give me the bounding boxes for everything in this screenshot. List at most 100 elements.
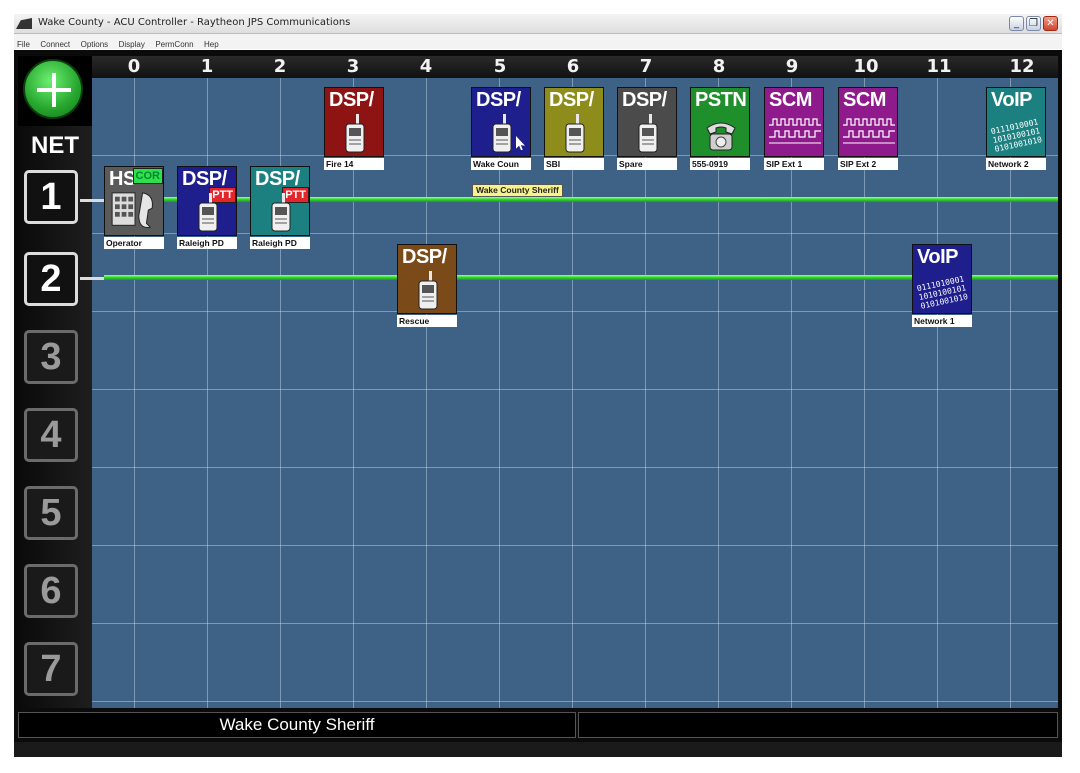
column-8: 8	[712, 56, 726, 77]
device-title: DSP/	[329, 89, 374, 111]
binary-data-icon: 0111010001 1010100101 0101001010	[990, 117, 1043, 153]
device-label: 555-0919	[690, 158, 750, 170]
restore-button[interactable]: ❐	[1026, 16, 1041, 31]
menu-help[interactable]: Hep	[201, 38, 222, 49]
handheld-radio-icon	[638, 114, 658, 153]
column-4: 4	[419, 56, 433, 77]
device-label: SIP Ext 1	[764, 158, 824, 170]
net-1-line[interactable]	[104, 197, 1058, 202]
device-title: VoIP	[917, 246, 958, 268]
net-button-4[interactable]: 4	[24, 408, 78, 462]
net-button-7[interactable]: 7	[24, 642, 78, 696]
device-spare[interactable]: DSP/ Spare	[617, 87, 677, 170]
device-scm2[interactable]: SCM SIP Ext 2	[838, 87, 898, 170]
device-title: SCM	[843, 89, 886, 111]
column-3: 3	[346, 56, 360, 77]
device-fire14[interactable]: DSP/ Fire 14	[324, 87, 384, 170]
add-device-area	[18, 56, 92, 126]
dsp-radio-icon: DSP/ PTT	[177, 166, 237, 236]
net-column: NET 1 2 3 4 5 6 7	[18, 126, 92, 708]
device-label: Spare	[617, 158, 677, 170]
handheld-radio-icon	[345, 114, 365, 153]
device-title: SCM	[769, 89, 812, 111]
title-bar: Wake County - ACU Controller - Raytheon …	[14, 14, 1062, 34]
scm-icon: SCM	[838, 87, 898, 157]
menu-options[interactable]: Options	[78, 38, 112, 49]
handset-icon: HS COR	[104, 166, 164, 236]
cor-badge: COR	[132, 168, 163, 184]
signal-wave-icon	[769, 118, 821, 144]
column-7: 7	[639, 56, 653, 77]
device-pstn[interactable]: PSTN 555-0919	[690, 87, 750, 170]
net-button-1[interactable]: 1	[24, 170, 78, 224]
device-voip-network1[interactable]: VoIP 0111010001 1010100101 0101001010 Ne…	[912, 244, 972, 327]
device-tooltip: Wake County Sheriff	[472, 184, 563, 197]
device-raleigh-pd-1[interactable]: DSP/ PTT Raleigh PD	[177, 166, 237, 249]
handheld-radio-icon	[418, 271, 438, 310]
bottom-strip	[14, 742, 1062, 757]
phone-keypad-icon	[111, 192, 153, 228]
voip-icon: VoIP 0111010001 1010100101 0101001010	[986, 87, 1046, 157]
column-9: 9	[785, 56, 799, 77]
column-6: 6	[566, 56, 580, 77]
menu-connect[interactable]: Connect	[37, 38, 73, 49]
pstn-phone-icon: PSTN	[690, 87, 750, 157]
device-sbi[interactable]: DSP/ SBI	[544, 87, 604, 170]
window-title: Wake County - ACU Controller - Raytheon …	[38, 17, 351, 28]
close-button[interactable]: ✕	[1043, 16, 1058, 31]
voip-icon: VoIP 0111010001 1010100101 0101001010	[912, 244, 972, 314]
signal-wave-icon	[843, 118, 895, 144]
device-scm1[interactable]: SCM SIP Ext 1	[764, 87, 824, 170]
net-label: NET	[31, 132, 79, 159]
dsp-radio-icon: DSP/ PTT	[250, 166, 310, 236]
device-label: SBI	[544, 158, 604, 170]
column-5: 5	[493, 56, 507, 77]
scm-icon: SCM	[764, 87, 824, 157]
net-button-3[interactable]: 3	[24, 330, 78, 384]
device-label: Rescue	[397, 315, 457, 327]
column-10: 10	[853, 56, 879, 77]
menu-file[interactable]: File	[14, 38, 33, 49]
menu-permconn[interactable]: PermConn	[152, 38, 196, 49]
device-title: DSP/	[549, 89, 594, 111]
status-bar-right	[578, 712, 1058, 738]
menu-bar: File Connect Options Display PermConn He…	[14, 34, 1062, 49]
device-label: Network 1	[912, 315, 972, 327]
dsp-radio-icon: DSP/	[617, 87, 677, 157]
telephone-icon	[706, 122, 736, 151]
device-operator[interactable]: HS COR Operator	[104, 166, 164, 249]
device-title: PSTN	[695, 89, 747, 111]
handheld-radio-icon	[271, 193, 291, 232]
minimize-button[interactable]: _	[1009, 16, 1024, 31]
device-title: VoIP	[991, 89, 1032, 111]
menu-display[interactable]: Display	[116, 38, 148, 49]
net-button-6[interactable]: 6	[24, 564, 78, 618]
net-2-connector	[80, 277, 104, 280]
handheld-radio-icon	[492, 114, 512, 153]
device-label: Raleigh PD	[177, 237, 237, 249]
column-1: 1	[200, 56, 214, 77]
acu-controller-window: Wake County - ACU Controller - Raytheon …	[0, 0, 1080, 773]
column-11: 11	[926, 56, 952, 77]
device-label: Raleigh PD	[250, 237, 310, 249]
binary-data-icon: 0111010001 1010100101 0101001010	[916, 274, 969, 310]
device-voip-network2[interactable]: VoIP 0111010001 1010100101 0101001010 Ne…	[986, 87, 1046, 170]
net-1-connector	[80, 199, 104, 202]
net-button-5[interactable]: 5	[24, 486, 78, 540]
column-0: 0	[127, 56, 141, 77]
add-plus-icon[interactable]	[23, 59, 83, 119]
device-rescue[interactable]: DSP/ Rescue	[397, 244, 457, 327]
device-label: Fire 14	[324, 158, 384, 170]
dsp-radio-icon: DSP/	[324, 87, 384, 157]
device-label: Network 2	[986, 158, 1046, 170]
column-12: 12	[1009, 56, 1035, 77]
device-title: DSP/	[622, 89, 667, 111]
column-number-bar: 0 1 2 3 4 5 6 7 8 9 10 11 12	[92, 56, 1058, 78]
device-label: SIP Ext 2	[838, 158, 898, 170]
device-wake-county[interactable]: DSP/ Wake Coun	[471, 87, 531, 170]
net-button-2[interactable]: 2	[24, 252, 78, 306]
device-title: DSP/	[402, 246, 447, 268]
dsp-radio-icon: DSP/	[544, 87, 604, 157]
device-raleigh-pd-2[interactable]: DSP/ PTT Raleigh PD	[250, 166, 310, 249]
dsp-radio-icon: DSP/	[397, 244, 457, 314]
